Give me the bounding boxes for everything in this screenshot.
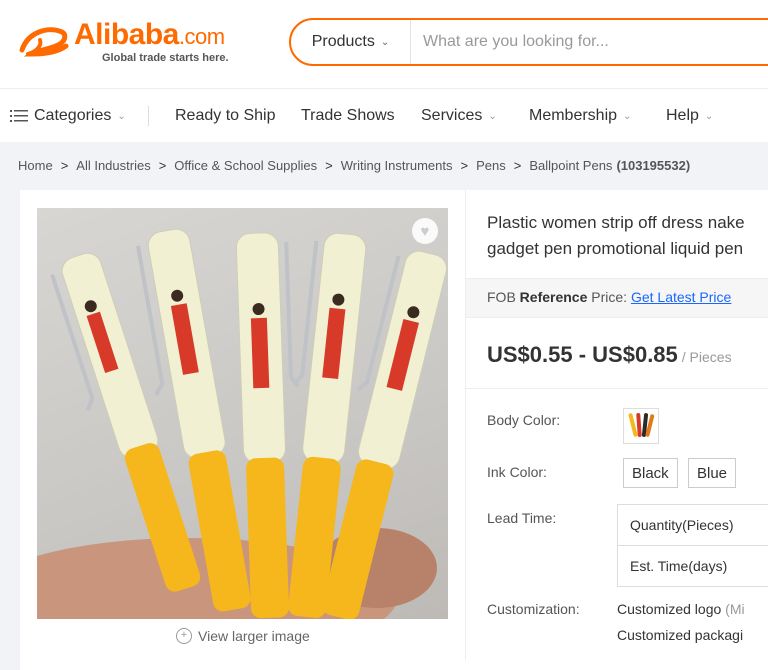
- alibaba-logo-mark-icon: [18, 24, 70, 60]
- breadcrumb-office-school[interactable]: Office & School Supplies: [174, 158, 317, 173]
- logo-tagline: Global trade starts here.: [102, 52, 229, 64]
- chevron-down-icon: ⌄: [488, 111, 496, 122]
- nav-membership[interactable]: Membership ⌄: [529, 89, 631, 143]
- table-row: Quantity(Pieces): [618, 505, 768, 546]
- product-card: ♥ + View larger image Plastic women stri…: [20, 190, 768, 670]
- breadcrumb-home[interactable]: Home: [18, 158, 53, 173]
- logo-wordmark: Alibaba.com: [74, 18, 225, 52]
- nav-divider: [148, 106, 149, 126]
- ink-color-label: Ink Color:: [487, 464, 547, 480]
- breadcrumb-separator: >: [61, 158, 69, 173]
- ink-color-blue[interactable]: Blue: [688, 458, 736, 488]
- customization-logo-note: (Mi: [725, 601, 744, 617]
- lead-time-label: Lead Time:: [487, 510, 556, 526]
- nav-membership-label: Membership: [529, 107, 617, 125]
- breadcrumb-count: (103195532): [616, 158, 690, 173]
- fob-suffix: Price:: [591, 289, 627, 305]
- fob-prefix: FOB: [487, 289, 516, 305]
- search-category-dropdown[interactable]: Products ⌄: [291, 20, 411, 64]
- pens-thumbnail-icon: [627, 411, 655, 441]
- zoom-in-icon: +: [176, 628, 192, 644]
- product-title-line2: gadget pen promotional liquid pen: [487, 236, 768, 262]
- breadcrumb-separator: >: [460, 158, 468, 173]
- search-category-label: Products: [312, 33, 375, 51]
- breadcrumb-pens[interactable]: Pens: [476, 158, 506, 173]
- product-title-line1: Plastic women strip off dress nake: [487, 210, 768, 236]
- customization-label: Customization:: [487, 601, 580, 617]
- breadcrumb-writing-instruments[interactable]: Writing Instruments: [341, 158, 453, 173]
- ink-color-black[interactable]: Black: [623, 458, 678, 488]
- alibaba-logo[interactable]: Alibaba.com Global trade starts here.: [14, 16, 244, 66]
- breadcrumb-separator: >: [325, 158, 333, 173]
- body-color-label: Body Color:: [487, 412, 560, 428]
- chevron-down-icon: ⌄: [705, 111, 713, 122]
- chevron-down-icon: ⌄: [623, 111, 631, 122]
- body-color-swatch[interactable]: [623, 408, 659, 444]
- table-row: Est. Time(days): [618, 546, 768, 587]
- customization-logo-text: Customized logo: [617, 601, 721, 617]
- view-larger-label: View larger image: [198, 628, 310, 644]
- fob-price-line: FOB Reference Price: Get Latest Price: [487, 289, 731, 305]
- nav-ready-to-ship[interactable]: Ready to Ship: [175, 89, 276, 143]
- breadcrumb-separator: >: [159, 158, 167, 173]
- nav-categories-label: Categories: [34, 107, 111, 125]
- search-input[interactable]: [423, 20, 768, 64]
- product-detail: Plastic women strip off dress nake gadge…: [466, 190, 768, 670]
- view-larger-link[interactable]: + View larger image: [176, 628, 310, 644]
- get-latest-price-link[interactable]: Get Latest Price: [631, 289, 731, 305]
- header: Alibaba.com Global trade starts here. Pr…: [0, 0, 768, 88]
- breadcrumb-all-industries[interactable]: All Industries: [76, 158, 150, 173]
- divider: [466, 388, 768, 389]
- fob-reference: Reference: [520, 289, 588, 305]
- customization-logo: Customized logo (Mi: [617, 601, 745, 617]
- breadcrumb: Home > All Industries > Office & School Su…: [18, 154, 690, 176]
- nav-trade-shows[interactable]: Trade Shows: [301, 89, 395, 143]
- chevron-down-icon: ⌄: [381, 37, 389, 48]
- nav-categories[interactable]: Categories ⌄: [10, 89, 126, 143]
- price-unit: / Pieces: [682, 349, 732, 365]
- menu-icon: [10, 109, 28, 123]
- product-image[interactable]: ♥: [37, 208, 448, 619]
- product-gallery: ♥ + View larger image: [20, 190, 466, 660]
- search-bar: Products ⌄: [289, 18, 768, 66]
- breadcrumb-ballpoint-pens[interactable]: Ballpoint Pens: [529, 158, 612, 173]
- heart-icon[interactable]: ♥: [412, 218, 438, 244]
- price-value: US$0.55 - US$0.85: [487, 342, 678, 367]
- fob-price-box: FOB Reference Price: Get Latest Price: [466, 278, 768, 318]
- lead-quantity-header: Quantity(Pieces): [618, 505, 768, 546]
- nav-help[interactable]: Help ⌄: [666, 89, 713, 143]
- main-nav: Categories ⌄ Ready to Ship Trade Shows S…: [0, 88, 768, 142]
- nav-services-label: Services: [421, 107, 482, 125]
- customization-packaging: Customized packagi: [617, 627, 743, 643]
- pens-illustration: [37, 208, 448, 619]
- nav-help-label: Help: [666, 107, 699, 125]
- lead-time-table: Quantity(Pieces) Est. Time(days): [617, 504, 768, 587]
- product-title: Plastic women strip off dress nake gadge…: [487, 210, 768, 262]
- price-range: US$0.55 - US$0.85/ Pieces: [487, 342, 732, 368]
- nav-services[interactable]: Services ⌄: [421, 89, 497, 143]
- chevron-down-icon: ⌄: [117, 111, 125, 122]
- lead-time-header: Est. Time(days): [618, 546, 768, 587]
- breadcrumb-separator: >: [514, 158, 522, 173]
